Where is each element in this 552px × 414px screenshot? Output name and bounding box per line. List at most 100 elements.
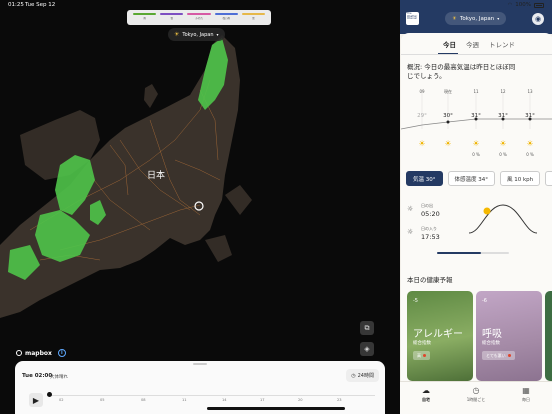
nav-daily[interactable]: ▦ 毎日 bbox=[506, 386, 546, 403]
hour-label: 12 bbox=[500, 89, 506, 94]
partly-sunny-icon: ☀ bbox=[472, 139, 480, 148]
sunrise: 日の出 05:20 bbox=[421, 203, 440, 218]
tick-label: 05 bbox=[100, 398, 105, 402]
sunrise-time: 05:20 bbox=[421, 210, 440, 218]
status-date: Tue Sep 12 bbox=[25, 2, 56, 8]
sheet-grabber[interactable] bbox=[193, 363, 207, 365]
home-indicator bbox=[207, 407, 345, 410]
expand-icon[interactable]: ⧉ bbox=[360, 321, 374, 335]
wifi-icon: ◠ bbox=[507, 2, 513, 8]
tick-label: 14 bbox=[222, 398, 227, 402]
legend-rain: 雨 bbox=[133, 13, 157, 22]
timeline-track[interactable] bbox=[47, 395, 375, 396]
forecast-panel: The Weather Channel ☀ Tokyo, Japan ▾ ◉ 今… bbox=[400, 0, 552, 414]
partly-sunny-icon: ☀ bbox=[174, 31, 180, 38]
battery-percent: 100% bbox=[515, 2, 531, 8]
partly-sunny-icon: ☀ bbox=[452, 15, 457, 22]
cloud-icon: ☁ bbox=[422, 386, 430, 395]
timeline-scrubber[interactable] bbox=[47, 392, 52, 397]
battery-icon bbox=[534, 2, 544, 8]
hour-precip: 0 % bbox=[499, 152, 507, 157]
hour-temp: 31° bbox=[525, 113, 535, 119]
chevron-down-icon: ▾ bbox=[497, 16, 500, 21]
play-button[interactable]: ▶ bbox=[29, 393, 43, 407]
legend-sleet: みぞれ bbox=[187, 13, 211, 22]
map-location-pill[interactable]: ☀ Tokyo, Japan ▾ bbox=[168, 28, 225, 41]
tick-label: 11 bbox=[182, 398, 187, 402]
hour-label: 13 bbox=[527, 89, 533, 94]
clock-icon: ◷ bbox=[472, 386, 480, 395]
partly-sunny-icon: ☀ bbox=[499, 139, 507, 148]
info-icon[interactable]: i bbox=[57, 349, 66, 357]
partly-sunny-icon: ☀ bbox=[418, 139, 426, 148]
app-logo: The Weather Channel bbox=[406, 12, 419, 25]
health-card-allergy[interactable]: -5 アレルギー 総合指数 高 bbox=[407, 291, 473, 381]
partly-sunny-icon: ☀ bbox=[526, 139, 534, 148]
radar-map[interactable]: 雨 雪 みぞれ 強い雨 雷 ☀ Tokyo, Japan ▾ 日本 ⧉ ◈ ma… bbox=[0, 0, 400, 414]
sunset-time: 17:53 bbox=[421, 233, 440, 241]
pager-indicator bbox=[437, 252, 509, 254]
metric-chips: 気温 30° 体感温度 34° 風 10 kph 湿度 bbox=[406, 171, 552, 186]
tick-label: 08 bbox=[141, 398, 146, 402]
health-card-breathing[interactable]: -6 呼吸 総合指数 とても悪い bbox=[476, 291, 542, 381]
hour-temp: 29° bbox=[417, 113, 427, 119]
play-icon: ▶ bbox=[32, 395, 40, 405]
hour-label: 09 bbox=[419, 89, 425, 94]
legend-snow: 雪 bbox=[160, 13, 184, 22]
bottom-nav: ☁ 自宅 ◷ 1時間ごと ▦ 毎日 bbox=[400, 381, 552, 414]
location-selector[interactable]: ☀ Tokyo, Japan ▾ bbox=[445, 12, 507, 25]
precipitation-legend: 雨 雪 みぞれ 強い雨 雷 bbox=[127, 10, 271, 25]
status-time: 01:25 bbox=[8, 2, 24, 8]
sunrise-icon: ☼ bbox=[407, 205, 414, 213]
health-card-next[interactable] bbox=[545, 291, 552, 381]
hour-temp: 31° bbox=[471, 113, 481, 119]
temperature-curve bbox=[401, 93, 552, 130]
health-title: 本日の健康予報 bbox=[407, 276, 453, 284]
mapbox-logo-icon bbox=[16, 350, 22, 356]
tab-today[interactable]: 今日 bbox=[443, 39, 456, 49]
tick-label: 20 bbox=[298, 398, 303, 402]
chip-feels-like[interactable]: 体感温度 34° bbox=[447, 171, 495, 186]
tick-label: 23 bbox=[337, 398, 342, 402]
layers-icon[interactable]: ◈ bbox=[360, 342, 374, 356]
hour-label: 11 bbox=[473, 89, 479, 94]
clock-icon: ◷ bbox=[351, 372, 356, 379]
forecast-summary: 概況: 今日の最高気温は昨日とほぼ同じでしょう。 bbox=[407, 63, 516, 81]
map-place-label: 日本 bbox=[147, 171, 166, 181]
partly-sunny-icon: ☀ bbox=[444, 139, 452, 148]
profile-icon[interactable]: ◉ bbox=[532, 13, 544, 25]
legend-thunder: 雷 bbox=[241, 13, 266, 22]
mapbox-attribution[interactable]: mapbox i bbox=[16, 349, 66, 357]
hour-precip: 0 % bbox=[472, 152, 480, 157]
sunset: 日の入り 17:53 bbox=[421, 226, 440, 241]
sunset-icon: ☼ bbox=[407, 228, 414, 236]
chip-temperature[interactable]: 気温 30° bbox=[406, 171, 443, 186]
tick-label: 02 bbox=[59, 398, 64, 402]
chip-humidity[interactable]: 湿度 bbox=[545, 171, 552, 186]
nav-hourly[interactable]: ◷ 1時間ごと bbox=[456, 386, 496, 403]
tabs-divider bbox=[401, 54, 552, 55]
range-24h-button[interactable]: ◷ 24時間 bbox=[346, 369, 379, 382]
tab-week[interactable]: 今週 bbox=[466, 39, 479, 49]
map-location-label: Tokyo, Japan bbox=[182, 31, 214, 38]
legend-heavy-rain: 強い雨 bbox=[214, 13, 238, 22]
forecast-card: 今日 今週 トレンド 概況: 今日の最高気温は昨日とほぼ同じでしょう。 09 現… bbox=[401, 33, 552, 414]
calendar-icon: ▦ bbox=[522, 386, 530, 395]
timeline-condition: 大体晴れ bbox=[50, 375, 68, 380]
hour-temp: 30° bbox=[443, 113, 453, 119]
sun-card[interactable]: ☼ 日の出 05:20 ☼ 日の入り 17:53 bbox=[407, 193, 545, 245]
forecast-tabs: 今日 今週 トレンド bbox=[401, 39, 552, 49]
sun-arc bbox=[469, 204, 538, 234]
nav-home[interactable]: ☁ 自宅 bbox=[406, 386, 446, 403]
hourly-strip[interactable]: 09 現在 11 12 13 29° 30° 31° 31° 31° ☀ ☀ ☀… bbox=[401, 89, 552, 161]
hour-temp: 31° bbox=[498, 113, 508, 119]
chevron-down-icon: ▾ bbox=[216, 32, 219, 37]
timeline-time: Tue 02:00 bbox=[22, 373, 53, 379]
health-level-badge: とても悪い bbox=[482, 351, 515, 360]
hour-label: 現在 bbox=[444, 89, 452, 94]
health-level-badge: 高 bbox=[413, 351, 430, 360]
tick-label: 17 bbox=[260, 398, 265, 402]
tab-trend[interactable]: トレンド bbox=[489, 39, 515, 49]
chip-wind[interactable]: 風 10 kph bbox=[500, 171, 541, 186]
hour-precip: 0 % bbox=[526, 152, 534, 157]
